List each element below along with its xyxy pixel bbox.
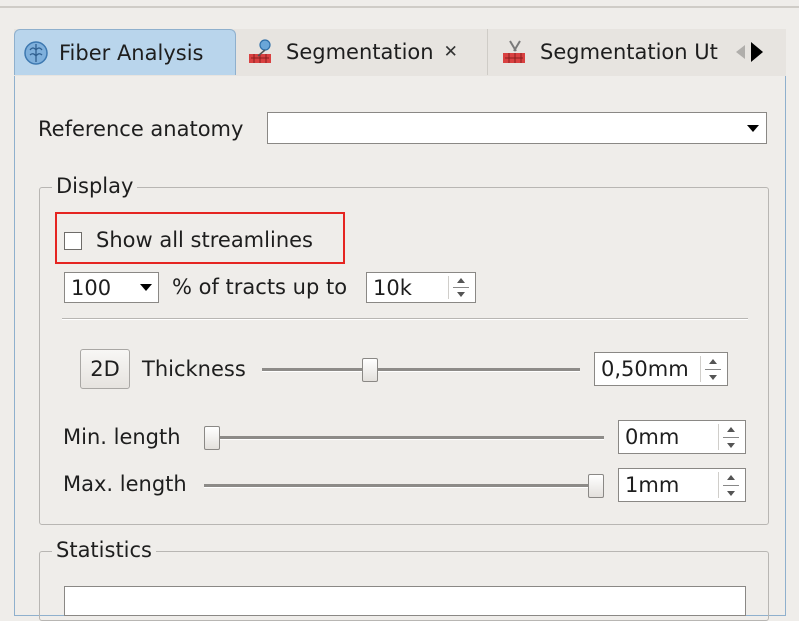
percent-value: 100 bbox=[71, 275, 112, 300]
statistics-legend: Statistics bbox=[52, 538, 156, 562]
thickness-spinbox[interactable]: 0,50mm bbox=[594, 352, 728, 386]
segmentation-icon bbox=[249, 39, 271, 63]
reference-anatomy-row: Reference anatomy bbox=[38, 113, 243, 145]
thickness-label: Thickness bbox=[142, 357, 246, 381]
2d-toggle-button[interactable]: 2D bbox=[80, 349, 130, 389]
percent-select[interactable]: 100 bbox=[64, 272, 159, 303]
max-length-value: 1mm bbox=[625, 473, 680, 497]
max-length-slider-track[interactable] bbox=[204, 484, 604, 488]
brain-icon bbox=[24, 40, 48, 65]
spin-arrows-icon[interactable] bbox=[718, 472, 743, 498]
min-length-spinbox[interactable]: 0mm bbox=[618, 420, 746, 454]
min-length-value: 0mm bbox=[625, 425, 680, 449]
tab-label: Segmentation Ut bbox=[540, 40, 718, 64]
spin-arrows-icon[interactable] bbox=[718, 424, 743, 450]
tab-scroll-arrows bbox=[736, 35, 784, 69]
reference-anatomy-label: Reference anatomy bbox=[38, 117, 244, 141]
tab-segmentation-utilities[interactable]: Segmentation Ut bbox=[492, 29, 742, 75]
min-length-label: Min. length bbox=[63, 425, 181, 449]
percent-label: % of tracts up to bbox=[172, 275, 348, 299]
tract-limit-spinbox[interactable]: 10k bbox=[366, 272, 476, 303]
scroll-right-icon[interactable] bbox=[751, 42, 763, 62]
chevron-down-icon[interactable] bbox=[740, 113, 766, 143]
scroll-left-icon[interactable] bbox=[736, 45, 745, 59]
tab-label: Segmentation bbox=[286, 40, 434, 64]
max-length-label: Max. length bbox=[63, 472, 187, 496]
window-top-border bbox=[0, 6, 799, 8]
tab-segmentation[interactable]: Segmentation ✕ bbox=[238, 29, 488, 75]
thickness-slider-handle[interactable] bbox=[361, 358, 378, 382]
segmentation-utilities-icon bbox=[503, 40, 525, 63]
tract-limit-value: 10k bbox=[373, 275, 412, 300]
min-length-slider-track[interactable] bbox=[204, 436, 604, 440]
statistics-text-area[interactable] bbox=[64, 586, 746, 616]
separator bbox=[62, 318, 748, 320]
spin-arrows-icon[interactable] bbox=[700, 356, 725, 382]
max-length-spinbox[interactable]: 1mm bbox=[618, 468, 746, 502]
show-all-streamlines-label[interactable]: Show all streamlines bbox=[96, 228, 313, 252]
thickness-slider-track[interactable] bbox=[262, 368, 580, 372]
spin-arrows-icon[interactable] bbox=[448, 276, 473, 299]
show-all-streamlines-checkbox[interactable] bbox=[64, 232, 82, 250]
reference-anatomy-select[interactable] bbox=[267, 112, 767, 144]
thickness-value: 0,50mm bbox=[601, 357, 689, 381]
tab-label: Fiber Analysis bbox=[59, 40, 204, 65]
display-legend: Display bbox=[52, 174, 138, 198]
min-length-slider-handle[interactable] bbox=[204, 426, 220, 450]
close-icon[interactable]: ✕ bbox=[444, 42, 458, 62]
max-length-slider-handle[interactable] bbox=[588, 474, 604, 498]
tab-fiber-analysis[interactable]: Fiber Analysis bbox=[14, 29, 236, 75]
tab-bar: Fiber Analysis Segmentation ✕ Segmentati… bbox=[14, 29, 786, 77]
chevron-down-icon[interactable] bbox=[134, 273, 158, 302]
